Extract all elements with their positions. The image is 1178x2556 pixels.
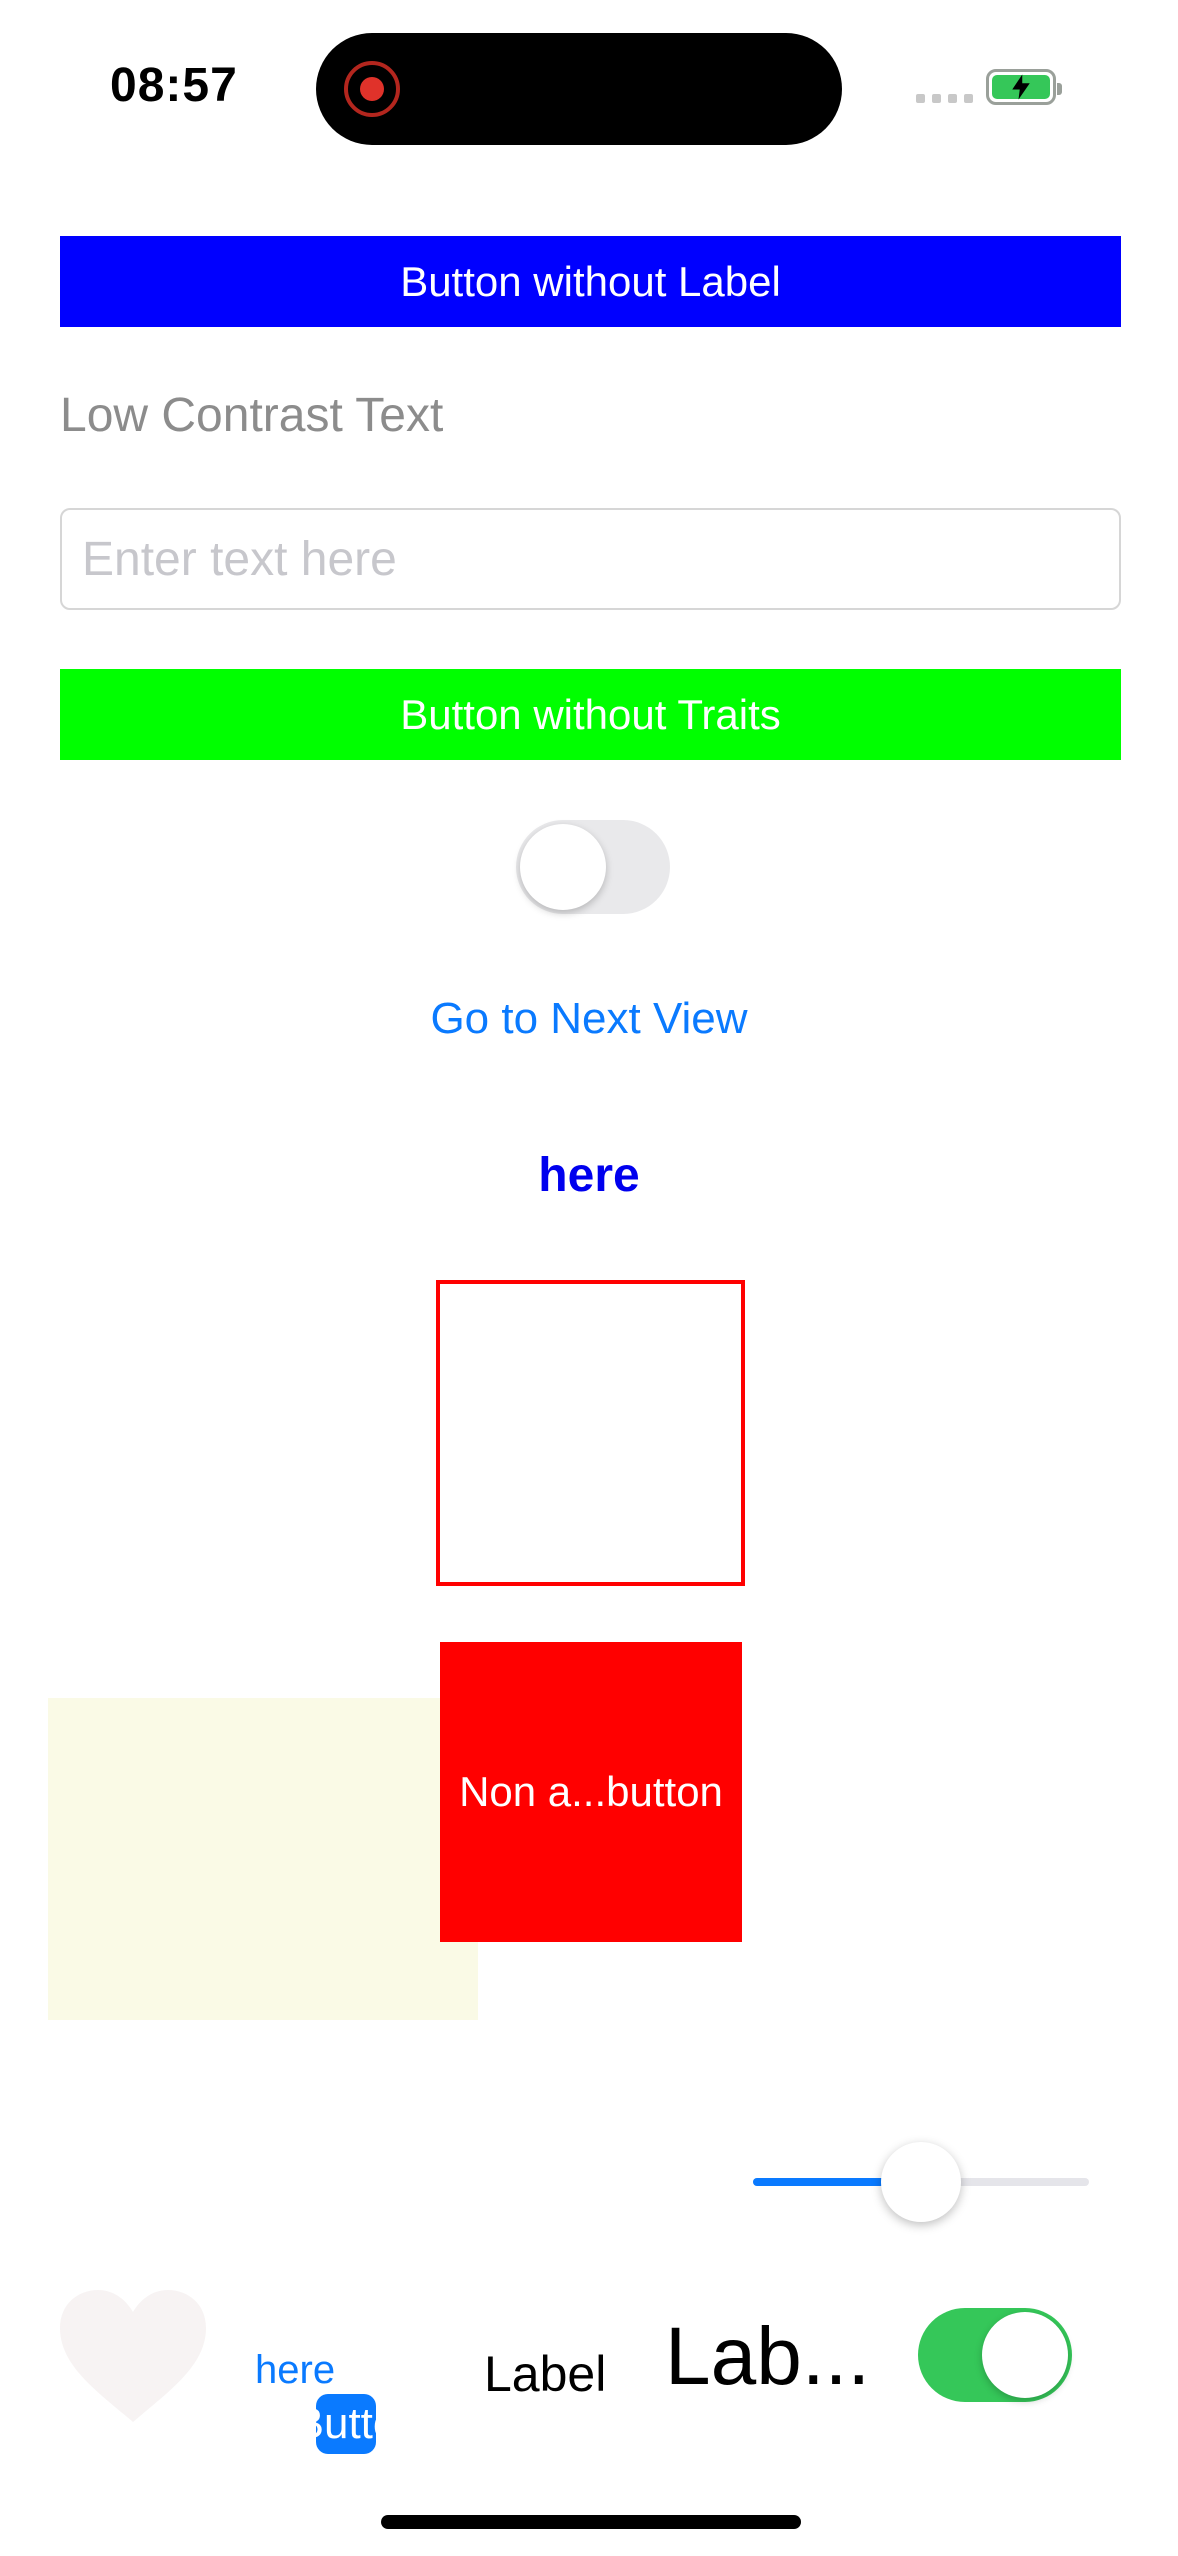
toggle-switch-off[interactable] xyxy=(516,820,670,914)
button-without-label[interactable]: Button without Label xyxy=(60,236,1121,327)
toggle-switch-on[interactable] xyxy=(918,2308,1072,2402)
toggle-knob xyxy=(982,2312,1068,2398)
go-to-next-view-link[interactable]: Go to Next View xyxy=(0,994,1178,1044)
text-input-field[interactable] xyxy=(60,508,1121,610)
low-contrast-text: Low Contrast Text xyxy=(60,389,444,442)
slider[interactable] xyxy=(753,2140,1089,2224)
non-accessible-button[interactable]: Non a...button xyxy=(440,1642,742,1942)
heart-icon[interactable] xyxy=(58,2288,208,2424)
label-large-truncated: Lab... xyxy=(665,2311,871,2402)
status-time: 08:57 xyxy=(110,59,238,112)
toggle-knob xyxy=(520,824,606,910)
here-text-small[interactable]: here xyxy=(255,2348,335,2393)
here-link[interactable]: here xyxy=(0,1148,1178,1203)
battery-charging-icon xyxy=(986,69,1062,105)
cellular-signal-icon xyxy=(916,94,973,103)
screen-recording-icon[interactable] xyxy=(344,61,400,117)
home-indicator[interactable] xyxy=(381,2515,801,2529)
dynamic-island xyxy=(316,33,842,145)
button-without-traits[interactable]: Button without Traits xyxy=(60,669,1121,760)
slider-thumb[interactable] xyxy=(881,2142,961,2222)
small-truncated-button[interactable]: Butto xyxy=(316,2394,376,2454)
red-outlined-box xyxy=(436,1280,745,1586)
label-small: Label xyxy=(484,2346,607,2402)
cream-background-rect xyxy=(48,1698,478,2020)
